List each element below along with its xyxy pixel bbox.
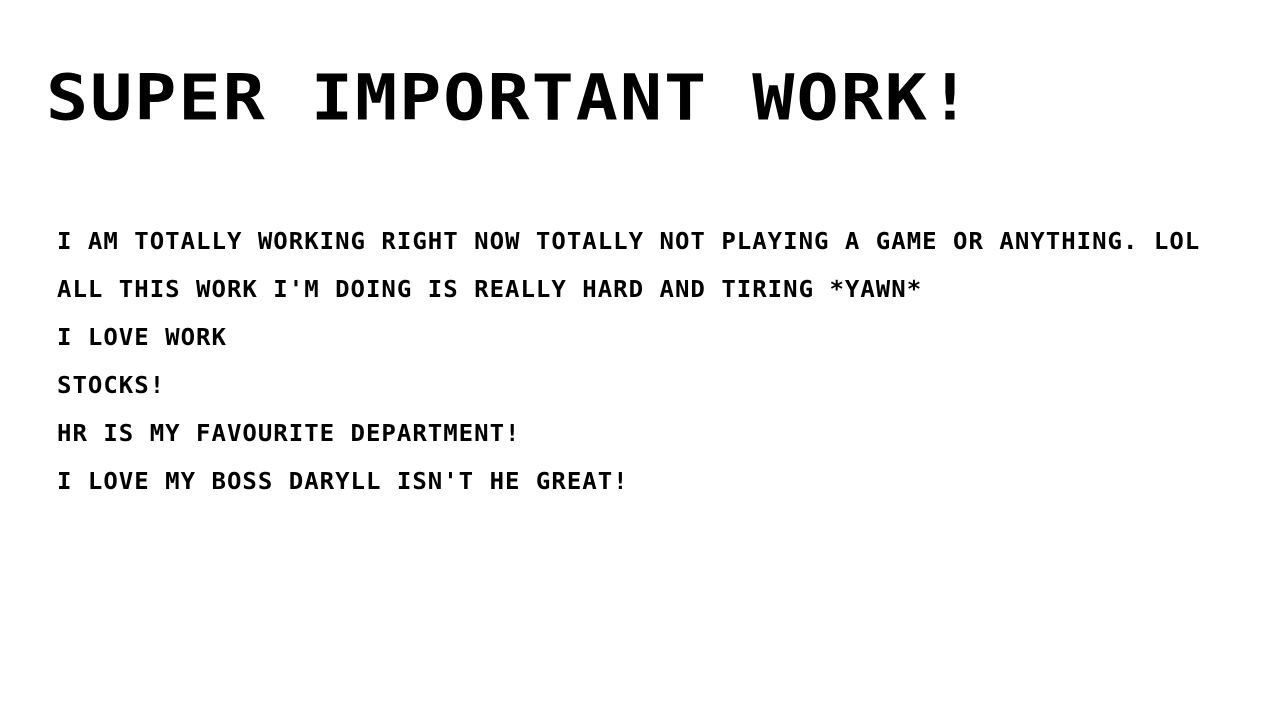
work-note-line: STOCKS! <box>57 372 166 399</box>
work-note-line: I LOVE MY BOSS DARYLL ISN'T HE GREAT! <box>57 468 629 495</box>
work-note-line: I AM TOTALLY WORKING RIGHT NOW TOTALLY N… <box>57 228 1201 255</box>
work-page: SUPER IMPORTANT WORK! I AM TOTALLY WORKI… <box>0 0 1280 720</box>
work-note-line: I LOVE WORK <box>57 324 227 351</box>
work-note-line: ALL THIS WORK I'M DOING IS REALLY HARD A… <box>57 276 923 303</box>
page-title: SUPER IMPORTANT WORK! <box>46 61 974 135</box>
work-notes-list: I AM TOTALLY WORKING RIGHT NOW TOTALLY N… <box>57 230 1217 518</box>
work-note-line: HR IS MY FAVOURITE DEPARTMENT! <box>57 420 521 447</box>
